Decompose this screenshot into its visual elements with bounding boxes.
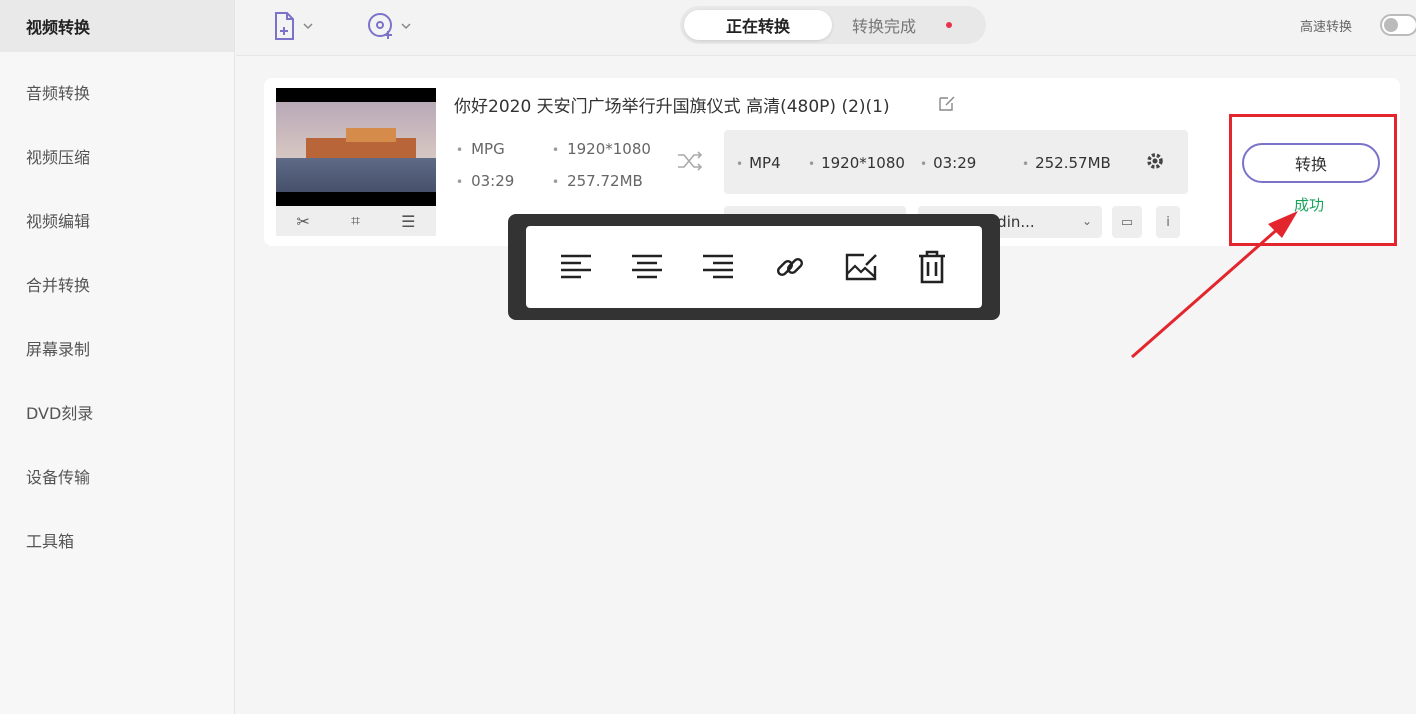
format-toolbar [508,214,1000,320]
trash-icon [919,250,946,284]
align-center-icon [631,254,662,279]
sidebar-item-device-transfer[interactable]: 设备传输 [0,444,234,508]
tab-completed[interactable]: 转换完成 [832,10,972,40]
convert-button[interactable]: 转换 [1242,143,1380,183]
sidebar-item-screen-record[interactable]: 屏幕录制 [0,316,234,380]
edit-icon[interactable] [938,94,956,112]
sidebar-item-video-convert[interactable]: 视频转换 [0,0,234,52]
scissors-icon[interactable]: ✂ [297,212,310,231]
sidebar-item-merge-convert[interactable]: 合并转换 [0,252,234,316]
sidebar: 视频转换 音频转换 视频压缩 视频编辑 合并转换 屏幕录制 DVD刻录 设备传输… [0,0,235,714]
topbar: 正在转换 转换完成 高速转换 [236,0,1416,56]
shuffle-icon [678,151,703,171]
file-title: 你好2020 天安门广场举行升国旗仪式 高清(480P) (2)(1) [454,97,890,117]
gear-icon[interactable] [1144,150,1166,172]
sidebar-item-audio-convert[interactable]: 音频转换 [0,60,234,124]
add-disc-icon [368,13,392,39]
chevron-down-icon [303,23,313,30]
align-left-button[interactable] [554,245,598,289]
add-file-icon [275,12,294,40]
align-right-icon [703,254,734,279]
crop-icon[interactable]: ⌗ [351,211,360,231]
high-speed-toggle[interactable] [1380,14,1416,36]
align-left-icon [560,254,591,279]
align-center-button[interactable] [625,245,669,289]
sidebar-item-toolbox[interactable]: 工具箱 [0,508,234,572]
tab-converting[interactable]: 正在转换 [684,10,832,40]
delete-button[interactable] [910,245,954,289]
thumbnail-tools: ✂ ⌗ ☰ [276,206,436,236]
chevron-down-icon: ⌄ [1081,214,1092,228]
annotation-arrow [1131,211,1298,359]
high-speed-label: 高速转换 [1300,20,1353,35]
output-resolution: 1920*1080 [808,154,905,172]
link-button[interactable] [768,245,812,289]
output-duration: 03:29 [920,154,976,172]
video-thumbnail[interactable] [276,88,436,206]
chevron-down-icon [401,23,411,30]
source-resolution: 1920*1080 [552,140,651,158]
add-disc-button[interactable] [366,10,412,42]
source-duration: 03:29 [456,172,514,190]
image-edit-button[interactable] [839,245,883,289]
image-edit-icon [845,253,877,281]
menu-icon[interactable]: ☰ [401,212,415,231]
notification-dot [946,22,952,28]
sidebar-item-dvd-burn[interactable]: DVD刻录 [0,380,234,444]
source-size: 257.72MB [552,172,643,190]
output-format: MP4 [736,154,781,172]
output-settings[interactable]: MP4 1920*1080 03:29 252.57MB [724,130,1188,194]
align-right-button[interactable] [696,245,740,289]
add-file-button[interactable] [272,10,314,42]
sidebar-item-video-edit[interactable]: 视频编辑 [0,188,234,252]
link-icon [776,257,803,277]
sidebar-item-video-compress[interactable]: 视频压缩 [0,124,234,188]
tab-completed-label: 转换完成 [851,17,916,36]
source-format: MPG [456,140,505,158]
output-size: 252.57MB [1022,154,1111,172]
status-tabs: 正在转换 转换完成 [680,6,986,44]
